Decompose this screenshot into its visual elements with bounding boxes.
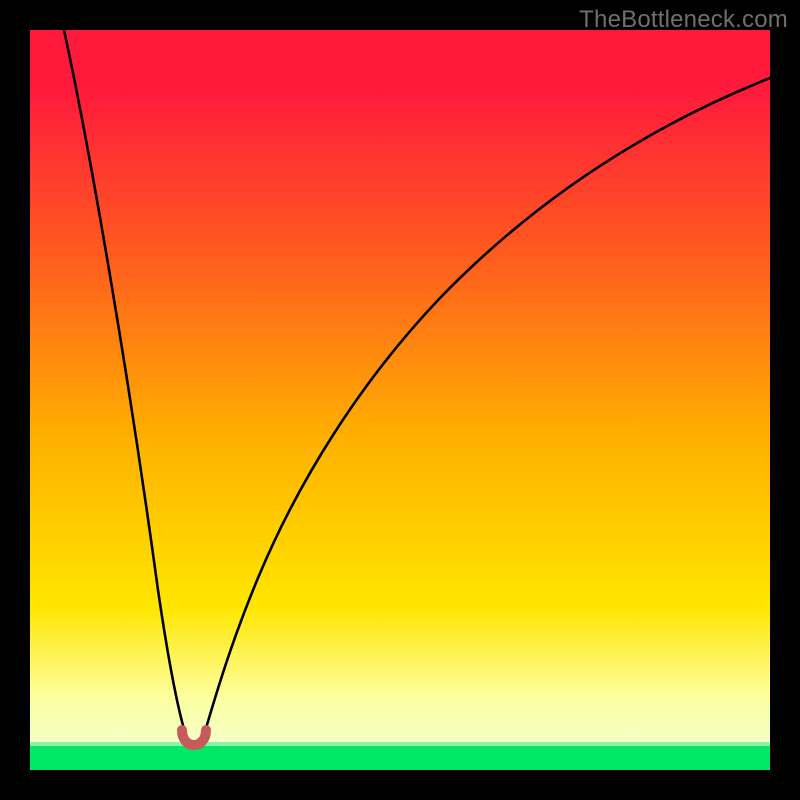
green-good-band [30,746,770,770]
green-edge [30,742,770,746]
watermark-text: TheBottleneck.com [579,6,788,34]
gradient-background [30,30,770,770]
chart-frame [30,30,770,770]
bottleneck-chart [30,30,770,770]
